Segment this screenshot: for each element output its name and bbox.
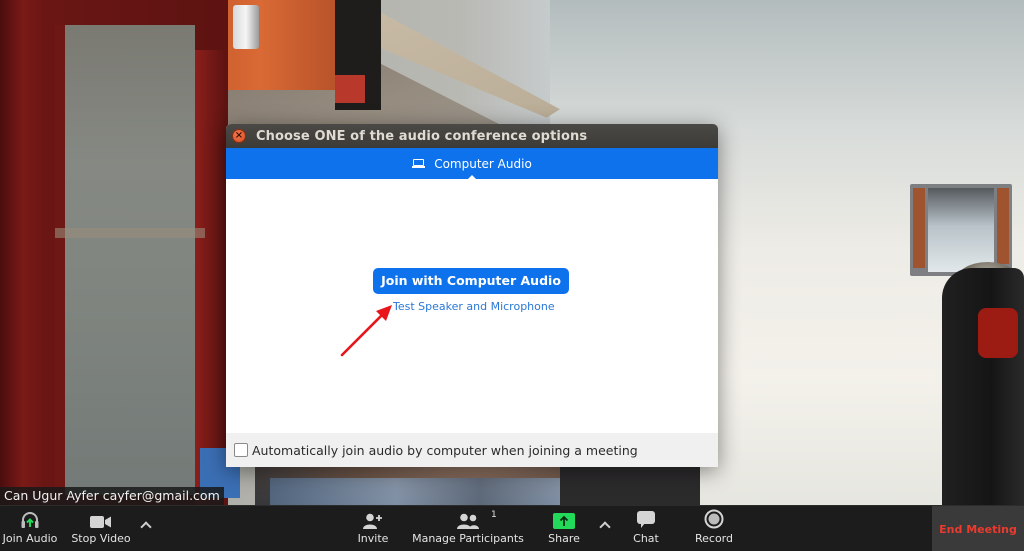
- end-meeting-button[interactable]: End Meeting: [932, 506, 1024, 551]
- red-object: [335, 75, 365, 103]
- manage-participants-label: Manage Participants: [412, 532, 524, 545]
- dialog-body: Join with Computer Audio Test Speaker an…: [226, 179, 718, 433]
- cabinet-shelf: [55, 228, 205, 238]
- join-audio-label: Join Audio: [2, 532, 58, 545]
- test-speaker-microphone-link[interactable]: Test Speaker and Microphone: [393, 300, 555, 313]
- dialog-footer: Automatically join audio by computer whe…: [226, 433, 718, 467]
- headphones-icon: [20, 506, 40, 532]
- chat-icon: [636, 506, 656, 532]
- invite-button[interactable]: Invite: [354, 506, 392, 551]
- annotation-arrow-icon: [340, 305, 392, 357]
- chat-button[interactable]: Chat: [628, 506, 664, 551]
- record-button[interactable]: Record: [692, 506, 736, 551]
- cabinet-frame: [195, 50, 225, 505]
- video-options-caret-icon[interactable]: [140, 520, 150, 530]
- share-label: Share: [548, 532, 580, 545]
- share-screen-icon: [553, 506, 575, 532]
- scarf: [978, 308, 1018, 358]
- record-label: Record: [694, 532, 733, 545]
- record-icon: [704, 506, 724, 532]
- add-user-icon: [363, 506, 383, 532]
- coat: [942, 268, 1024, 505]
- stop-video-button[interactable]: Stop Video: [70, 506, 132, 551]
- join-audio-button[interactable]: Join Audio: [2, 506, 58, 551]
- share-button[interactable]: Share: [544, 506, 584, 551]
- close-icon[interactable]: ×: [232, 129, 246, 143]
- chair: [560, 465, 700, 505]
- stop-video-label: Stop Video: [71, 532, 131, 545]
- auto-join-audio-label[interactable]: Automatically join audio by computer whe…: [252, 443, 638, 458]
- audio-options-dialog: × Choose ONE of the audio conference opt…: [226, 124, 718, 467]
- participant-count-badge: 1: [491, 510, 497, 520]
- invite-label: Invite: [357, 532, 389, 545]
- manage-participants-button[interactable]: Manage Participants: [412, 506, 524, 551]
- laptop-icon: [412, 159, 426, 168]
- auto-join-audio-checkbox[interactable]: [234, 443, 248, 457]
- dialog-tab-bar: Computer Audio: [226, 148, 718, 180]
- cabinet-glass: [55, 25, 195, 495]
- tab-label: Computer Audio: [434, 156, 532, 171]
- cabinet: [0, 0, 228, 505]
- can-object: [233, 5, 259, 49]
- tab-computer-audio[interactable]: Computer Audio: [412, 157, 532, 171]
- meeting-toolbar: Join Audio Stop Video Invite Manage Part…: [0, 505, 1024, 551]
- participants-icon: [457, 506, 479, 532]
- join-computer-audio-button[interactable]: Join with Computer Audio: [373, 268, 569, 294]
- participant-name-label: Can Ugur Ayfer cayfer@gmail.com: [0, 487, 224, 505]
- video-camera-icon: [90, 506, 112, 532]
- share-options-caret-icon[interactable]: [599, 520, 609, 530]
- dialog-titlebar: × Choose ONE of the audio conference opt…: [226, 124, 718, 148]
- dialog-title: Choose ONE of the audio conference optio…: [256, 128, 588, 144]
- chat-label: Chat: [633, 532, 659, 545]
